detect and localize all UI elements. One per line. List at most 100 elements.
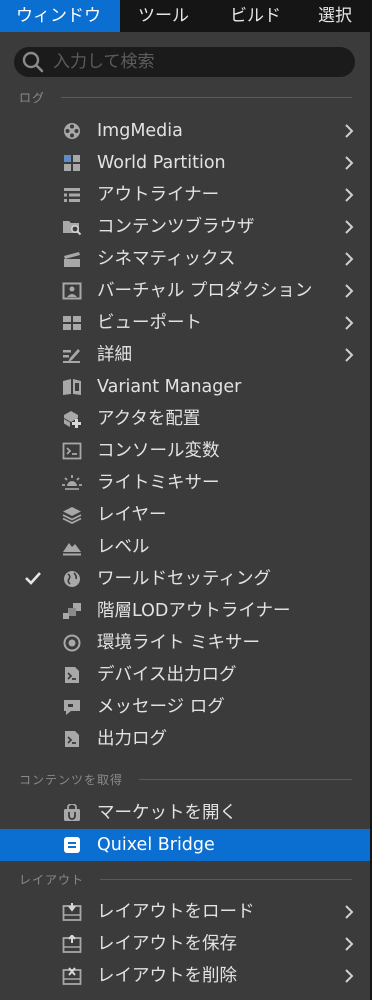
menu-item-label: レイアウトをロード bbox=[97, 902, 255, 922]
bridge-icon bbox=[64, 837, 80, 853]
environment-light-icon bbox=[63, 634, 81, 652]
save-layout-icon bbox=[62, 935, 82, 953]
chevron-right-icon bbox=[345, 220, 354, 234]
divider bbox=[139, 778, 352, 780]
menu-item-place-actors[interactable]: アクタを配置 bbox=[0, 403, 370, 435]
marketplace-bag-icon bbox=[64, 804, 80, 821]
light-sun-icon bbox=[62, 475, 82, 490]
menu-item-levels[interactable]: レベル bbox=[0, 531, 370, 563]
menu-item-world-partition[interactable]: World Partition bbox=[0, 147, 370, 179]
menu-item-open-marketplace[interactable]: マーケットを開く bbox=[0, 797, 370, 829]
menu-item-viewport[interactable]: ビューポート bbox=[0, 307, 370, 339]
menu-item-label: ImgMedia bbox=[97, 121, 183, 141]
menu-item-label: Variant Manager bbox=[97, 377, 242, 397]
menu-item-delete-layout[interactable]: レイアウトを削除 bbox=[0, 960, 370, 992]
menu-item-imgmedia[interactable]: ImgMedia bbox=[0, 115, 370, 147]
menu-item-label: ビューポート bbox=[97, 313, 202, 333]
details-pencil-icon bbox=[63, 349, 80, 363]
film-reel-icon bbox=[64, 123, 80, 139]
console-icon bbox=[62, 442, 82, 460]
menu-item-console-variables[interactable]: コンソール変数 bbox=[0, 435, 370, 467]
chevron-right-icon bbox=[345, 284, 354, 298]
menu-item-label: アクタを配置 bbox=[97, 409, 201, 429]
search-icon bbox=[22, 51, 44, 73]
menu-item-label: レイアウトを削除 bbox=[97, 966, 237, 986]
virtual-production-icon bbox=[62, 282, 82, 300]
search-input[interactable] bbox=[53, 52, 343, 72]
chevron-right-icon bbox=[345, 316, 354, 330]
chevron-right-icon bbox=[345, 937, 354, 951]
chevron-right-icon bbox=[345, 252, 354, 266]
menu-item-label: デバイス出力ログ bbox=[97, 665, 237, 685]
menu-item-label: ライトミキサー bbox=[97, 473, 220, 493]
viewport-icon bbox=[63, 316, 81, 330]
menu-item-label: コンテンツブラウザ bbox=[97, 217, 255, 237]
menu-bar: ウィンドウ ツール ビルド 選択 bbox=[0, 0, 372, 32]
menu-item-device-output-log[interactable]: デバイス出力ログ bbox=[0, 659, 370, 691]
divider bbox=[61, 96, 352, 98]
section-title: コンテンツを取得 bbox=[19, 772, 124, 787]
section-title: ログ bbox=[19, 90, 46, 105]
layers-icon bbox=[62, 507, 82, 524]
menu-item-label: バーチャル プロダクション bbox=[97, 281, 313, 301]
menu-item-cinematics[interactable]: シネマティックス bbox=[0, 243, 370, 275]
menu-item-label: ワールドセッティング bbox=[97, 569, 271, 589]
folder-search-icon bbox=[63, 221, 82, 236]
menu-item-label: レイアウトを保存 bbox=[97, 934, 237, 954]
menu-select[interactable]: 選択 bbox=[312, 0, 372, 32]
menu-item-details[interactable]: 詳細 bbox=[0, 339, 370, 371]
menu-item-variant-manager[interactable]: Variant Manager bbox=[0, 371, 370, 403]
chevron-right-icon bbox=[345, 156, 354, 170]
menu-item-light-mixer[interactable]: ライトミキサー bbox=[0, 467, 370, 499]
section-header-log: ログ bbox=[19, 88, 352, 106]
search-box[interactable] bbox=[14, 47, 355, 77]
menu-item-label: 環境ライト ミキサー bbox=[97, 633, 261, 653]
menu-item-label: World Partition bbox=[97, 153, 226, 173]
menu-item-virtual-production[interactable]: バーチャル プロダクション bbox=[0, 275, 370, 307]
menu-item-load-layout[interactable]: レイアウトをロード bbox=[0, 896, 370, 928]
level-icon bbox=[63, 543, 81, 556]
section-header-get-content: コンテンツを取得 bbox=[19, 770, 352, 788]
menu-item-label: 階層LODアウトライナー bbox=[97, 601, 291, 621]
menu-item-label: レイヤー bbox=[97, 505, 167, 525]
chevron-right-icon bbox=[345, 905, 354, 919]
menu-item-environment-light-mixer[interactable]: 環境ライト ミキサー bbox=[0, 627, 370, 659]
hlod-icon bbox=[63, 603, 81, 619]
chevron-right-icon bbox=[345, 348, 354, 362]
menu-item-world-settings[interactable]: ワールドセッティング bbox=[0, 563, 370, 595]
divider bbox=[100, 878, 352, 880]
grid-icon bbox=[64, 155, 80, 171]
window-menu-dropdown: ログ ImgMedia World Partition bbox=[0, 32, 370, 1000]
message-log-icon bbox=[64, 700, 80, 715]
menu-item-outliner[interactable]: アウトライナー bbox=[0, 179, 370, 211]
menu-item-label: アウトライナー bbox=[97, 185, 220, 205]
load-layout-icon bbox=[62, 903, 82, 921]
menu-item-quixel-bridge[interactable]: Quixel Bridge bbox=[0, 829, 370, 861]
checkmark-icon bbox=[25, 572, 41, 585]
menu-item-label: 出力ログ bbox=[97, 729, 167, 749]
section-title: レイアウト bbox=[19, 872, 85, 887]
menu-build[interactable]: ビルド bbox=[216, 0, 312, 32]
outliner-icon bbox=[64, 188, 80, 202]
menu-item-label: コンソール変数 bbox=[97, 441, 220, 461]
menu-item-save-layout[interactable]: レイアウトを保存 bbox=[0, 928, 370, 960]
chevron-right-icon bbox=[345, 124, 354, 138]
menu-item-message-log[interactable]: メッセージ ログ bbox=[0, 691, 370, 723]
menu-item-label: シネマティックス bbox=[97, 249, 236, 269]
section-header-layout: レイアウト bbox=[19, 870, 352, 888]
menu-item-output-log[interactable]: 出力ログ bbox=[0, 723, 370, 755]
menu-item-label: メッセージ ログ bbox=[97, 697, 225, 717]
chevron-right-icon bbox=[345, 188, 354, 202]
menu-item-label: マーケットを開く bbox=[97, 803, 237, 823]
clapperboard-icon bbox=[64, 252, 80, 267]
chevron-right-icon bbox=[345, 969, 354, 983]
menu-tools[interactable]: ツール bbox=[120, 0, 216, 32]
menu-item-label: レベル bbox=[97, 537, 150, 557]
log-document-icon bbox=[65, 667, 79, 683]
place-actor-icon bbox=[64, 411, 81, 428]
menu-item-label: 詳細 bbox=[97, 345, 132, 365]
menu-item-content-browser[interactable]: コンテンツブラウザ bbox=[0, 211, 370, 243]
menu-item-hlod-outliner[interactable]: 階層LODアウトライナー bbox=[0, 595, 370, 627]
menu-window[interactable]: ウィンドウ bbox=[0, 0, 120, 32]
menu-item-layers[interactable]: レイヤー bbox=[0, 499, 370, 531]
